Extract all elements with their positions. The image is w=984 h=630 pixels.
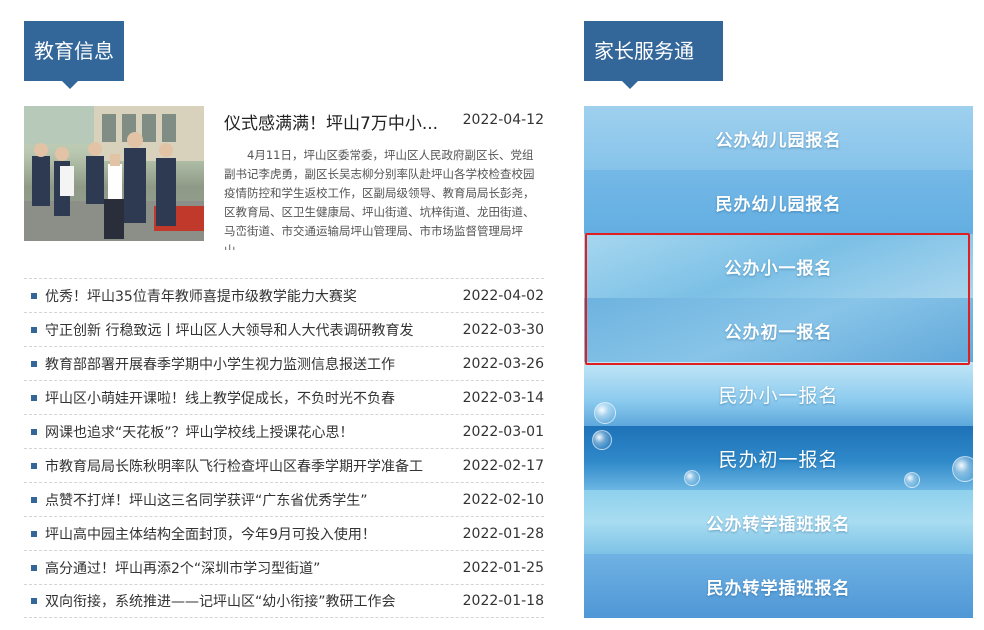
service-label: 公办初一报名 [724, 322, 833, 343]
featured-article[interactable]: 仪式感满满！坪山7万中小... 2022-04-12 4月11日，坪山区委常委，… [24, 106, 544, 250]
service-label: 民办转学插班报名 [706, 578, 851, 599]
news-date: 2022-03-01 [462, 423, 544, 440]
public-primary-enroll-button[interactable]: 公办小一报名 [584, 234, 973, 298]
news-title[interactable]: 高分通过！坪山再添2个“深圳市学习型街道” [45, 558, 445, 578]
list-item[interactable]: 网课也追求“天花板”？坪山学校线上授课花心思！ 2022-03-01 [24, 414, 544, 448]
service-label: 公办幼儿园报名 [715, 130, 842, 151]
list-item[interactable]: 教育部部署开展春季学期中小学生视力监测信息报送工作 2022-03-26 [24, 346, 544, 380]
private-kindergarten-enroll-button[interactable]: 民办幼儿园报名 [584, 170, 973, 234]
news-title[interactable]: 点赞不打烊！坪山这三名同学获评“广东省优秀学生” [45, 490, 445, 510]
news-title[interactable]: 坪山高中园主体结构全面封顶，今年9月可投入使用！ [45, 524, 445, 544]
news-date: 2022-03-30 [462, 321, 544, 338]
bullet-icon [31, 462, 37, 469]
education-info-heading: 教育信息 [24, 21, 124, 89]
news-title[interactable]: 坪山区小萌娃开课啦！线上教学促成长，不负时光不负春 [45, 388, 445, 408]
news-title[interactable]: 市教育局局长陈秋明率队飞行检查坪山区春季学期开学准备工 [45, 456, 445, 476]
service-label: 民办幼儿园报名 [715, 194, 842, 215]
bullet-icon [31, 326, 37, 333]
list-item[interactable]: 高分通过！坪山再添2个“深圳市学习型街道” 2022-01-25 [24, 550, 544, 584]
service-label: 公办小一报名 [724, 258, 833, 279]
featured-date: 2022-04-12 [462, 112, 544, 128]
service-label: 民办小一报名 [718, 384, 839, 407]
list-item[interactable]: 双向衔接，系统推进——记坪山区“幼小衔接”教研工作会 2022-01-18 [24, 584, 544, 618]
news-title[interactable]: 教育部部署开展春季学期中小学生视力监测信息报送工作 [45, 354, 445, 374]
private-primary-enroll-button[interactable]: 民办小一报名 [584, 362, 973, 426]
bullet-icon [31, 564, 37, 571]
service-label: 民办初一报名 [718, 448, 839, 471]
bullet-icon [31, 394, 37, 401]
list-item[interactable]: 市教育局局长陈秋明率队飞行检查坪山区春季学期开学准备工 2022-02-17 [24, 448, 544, 482]
list-item[interactable]: 优秀！坪山35位青年教师喜提市级教学能力大赛奖 2022-04-02 [24, 278, 544, 312]
news-list: 优秀！坪山35位青年教师喜提市级教学能力大赛奖 2022-04-02 守正创新 行… [24, 278, 544, 618]
featured-summary: 4月11日，坪山区委常委，坪山区人民政府副区长、党组副书记李虎勇，副区长吴志柳分… [224, 148, 535, 250]
news-date: 2022-02-17 [462, 457, 544, 474]
private-junior-enroll-button[interactable]: 民办初一报名 [584, 426, 973, 490]
list-item[interactable]: 点赞不打烊！坪山这三名同学获评“广东省优秀学生” 2022-02-10 [24, 482, 544, 516]
bubble-decoration [904, 472, 920, 488]
featured-photo[interactable] [24, 106, 204, 241]
news-date: 2022-04-02 [462, 287, 544, 304]
private-transfer-enroll-button[interactable]: 民办转学插班报名 [584, 554, 973, 618]
news-date: 2022-02-10 [462, 491, 544, 508]
news-date: 2022-01-28 [462, 525, 544, 542]
featured-title[interactable]: 仪式感满满！坪山7万中小... [224, 109, 452, 134]
news-date: 2022-03-26 [462, 355, 544, 372]
bullet-icon [31, 360, 37, 367]
public-junior-enroll-button[interactable]: 公办初一报名 [584, 298, 973, 362]
bullet-icon [31, 428, 37, 435]
news-date: 2022-01-18 [462, 593, 544, 609]
bullet-icon [31, 530, 37, 537]
news-title[interactable]: 网课也追求“天花板”？坪山学校线上授课花心思！ [45, 422, 445, 442]
news-title[interactable]: 守正创新 行稳致远丨坪山区人大领导和人大代表调研教育发 [45, 320, 445, 340]
list-item[interactable]: 坪山区小萌娃开课啦！线上教学促成长，不负时光不负春 2022-03-14 [24, 380, 544, 414]
news-title[interactable]: 双向衔接，系统推进——记坪山区“幼小衔接”教研工作会 [45, 591, 445, 611]
list-item[interactable]: 坪山高中园主体结构全面封顶，今年9月可投入使用！ 2022-01-28 [24, 516, 544, 550]
bullet-icon [31, 292, 37, 299]
public-kindergarten-enroll-button[interactable]: 公办幼儿园报名 [584, 106, 973, 170]
service-channel: 公办幼儿园报名 民办幼儿园报名 公办小一报名 公办初一报名 民办小一报名 民办初… [584, 106, 973, 618]
bullet-icon [31, 496, 37, 503]
public-transfer-enroll-button[interactable]: 公办转学插班报名 [584, 490, 973, 554]
bubble-decoration [684, 470, 700, 486]
service-label: 公办转学插班报名 [706, 514, 851, 535]
bubble-decoration [594, 402, 616, 424]
news-date: 2022-01-25 [462, 559, 544, 576]
news-title[interactable]: 优秀！坪山35位青年教师喜提市级教学能力大赛奖 [45, 286, 445, 306]
news-date: 2022-03-14 [462, 389, 544, 406]
parent-service-heading: 家长服务通道 [584, 21, 723, 123]
list-item[interactable]: 守正创新 行稳致远丨坪山区人大领导和人大代表调研教育发 2022-03-30 [24, 312, 544, 346]
bubble-decoration [592, 430, 612, 450]
bullet-icon [31, 598, 37, 604]
bubble-decoration [952, 456, 973, 482]
